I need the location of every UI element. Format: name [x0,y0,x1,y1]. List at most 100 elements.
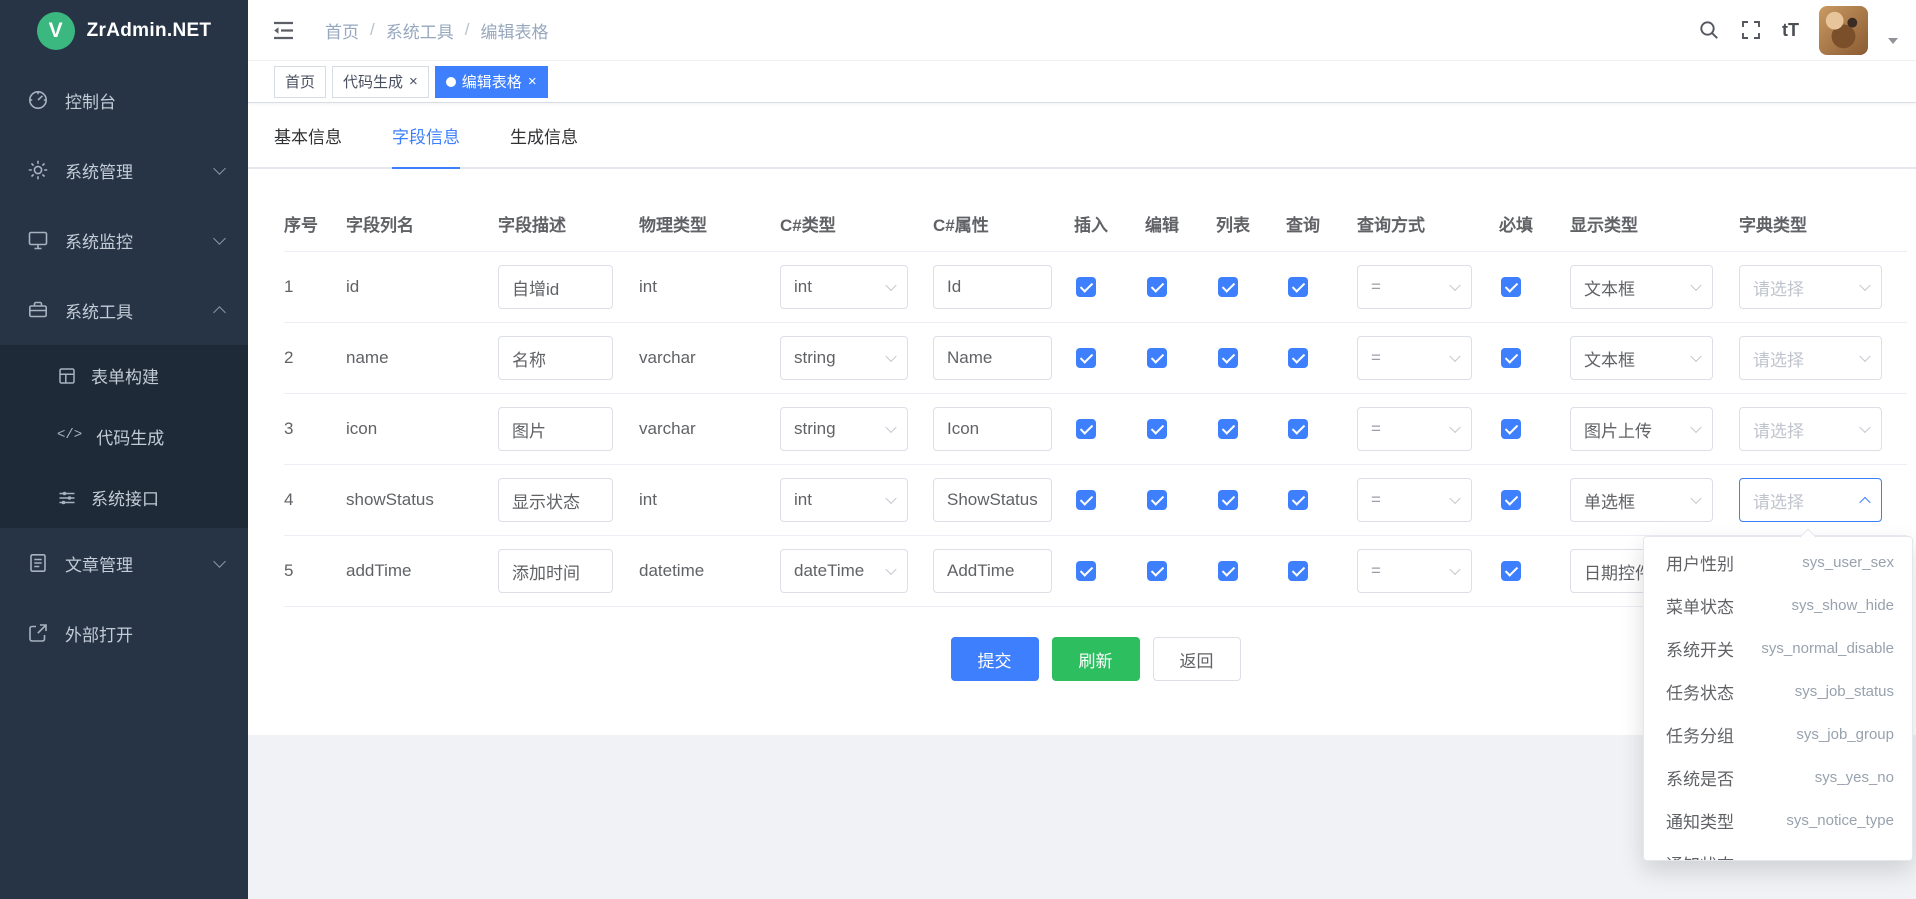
tab-generate-info[interactable]: 生成信息 [510,103,578,167]
required-checkbox[interactable] [1501,419,1521,439]
sidebar-item-system-manage[interactable]: 系统管理 [0,135,248,205]
sidebar-item-system-tools[interactable]: 系统工具 [0,275,248,345]
column-header: 列表 [1216,211,1286,236]
edit-checkbox[interactable] [1147,419,1167,439]
dict-option-yes-no[interactable]: 系统是否 sys_yes_no [1644,756,1912,799]
dict-option-user-sex[interactable]: 用户性别 sys_user_sex [1644,541,1912,584]
display-type-select[interactable]: 文本框 [1570,265,1713,309]
sidebar-item-system-api[interactable]: 系统接口 [0,467,248,528]
display-type-select[interactable]: 图片上传 [1570,407,1713,451]
list-checkbox[interactable] [1218,277,1238,297]
edit-checkbox[interactable] [1147,561,1167,581]
tag-home[interactable]: 首页 [274,66,326,98]
sidebar-item-code-generator[interactable]: </> 代码生成 [0,406,248,467]
display-type-select[interactable]: 文本框 [1570,336,1713,380]
insert-checkbox[interactable] [1076,348,1096,368]
chevron-down-icon [1690,493,1701,504]
list-checkbox[interactable] [1218,419,1238,439]
list-checkbox[interactable] [1218,490,1238,510]
form-grid-icon [57,366,77,386]
sidebar-item-form-builder[interactable]: 表单构建 [0,345,248,406]
display-type-select[interactable]: 单选框 [1570,478,1713,522]
insert-checkbox[interactable] [1076,277,1096,297]
search-icon[interactable] [1698,19,1720,41]
sidebar-item-label: 系统接口 [91,485,159,510]
tag-edit-table[interactable]: 编辑表格 × [435,66,548,98]
back-button[interactable]: 返回 [1153,637,1241,681]
dict-type-select[interactable]: 请选择 [1739,407,1882,451]
dict-type-select-open[interactable]: 请选择 [1739,478,1882,522]
query-mode-select[interactable]: = [1357,478,1472,522]
dict-option-notice-type[interactable]: 通知类型 sys_notice_type [1644,799,1912,842]
chevron-down-icon [1449,280,1460,291]
field-desc-input[interactable] [498,478,613,522]
cs-type-select[interactable]: int [780,265,908,309]
insert-checkbox[interactable] [1076,419,1096,439]
edit-checkbox[interactable] [1147,348,1167,368]
query-checkbox[interactable] [1288,348,1308,368]
query-mode-select[interactable]: = [1357,549,1472,593]
close-icon[interactable]: × [528,74,537,89]
cs-attr-input[interactable] [933,549,1052,593]
cs-attr-input[interactable] [933,407,1052,451]
close-icon[interactable]: × [409,74,418,89]
sidebar-item-system-monitor[interactable]: 系统监控 [0,205,248,275]
query-mode-select[interactable]: = [1357,407,1472,451]
gear-icon [27,159,49,181]
cs-type-select[interactable]: dateTime [780,549,908,593]
avatar-caret-down-icon[interactable] [1888,38,1898,44]
avatar[interactable] [1819,6,1868,55]
query-checkbox[interactable] [1288,277,1308,297]
dict-type-select[interactable]: 请选择 [1739,336,1882,380]
sidebar-item-dashboard[interactable]: 控制台 [0,65,248,135]
query-mode-select[interactable]: = [1357,265,1472,309]
dict-option-value: sys_job_status [1795,683,1894,700]
breadcrumb-item-system-tools[interactable]: 系统工具 [386,18,454,43]
dict-option-show-hide[interactable]: 菜单状态 sys_show_hide [1644,584,1912,627]
required-checkbox[interactable] [1501,490,1521,510]
tab-basic-info[interactable]: 基本信息 [274,103,342,167]
refresh-button[interactable]: 刷新 [1052,637,1140,681]
breadcrumb-item-home[interactable]: 首页 [325,18,359,43]
dict-option-normal-disable[interactable]: 系统开关 sys_normal_disable [1644,627,1912,670]
sidebar-item-external-open[interactable]: 外部打开 [0,598,248,668]
insert-checkbox[interactable] [1076,561,1096,581]
required-checkbox[interactable] [1501,277,1521,297]
cs-type-select[interactable]: string [780,336,908,380]
list-checkbox[interactable] [1218,348,1238,368]
dict-option-notice-status[interactable]: 通知状态 [1644,842,1912,860]
field-desc-input[interactable] [498,549,613,593]
query-checkbox[interactable] [1288,490,1308,510]
tag-code-generator[interactable]: 代码生成 × [332,66,429,98]
cs-attr-input[interactable] [933,265,1052,309]
sidebar-item-article-manage[interactable]: 文章管理 [0,528,248,598]
list-checkbox[interactable] [1218,561,1238,581]
dict-option-job-status[interactable]: 任务状态 sys_job_status [1644,670,1912,713]
field-desc-input[interactable] [498,336,613,380]
insert-checkbox[interactable] [1076,490,1096,510]
field-desc-input[interactable] [498,407,613,451]
font-size-icon[interactable]: tT [1782,19,1799,41]
edit-checkbox[interactable] [1147,490,1167,510]
query-checkbox[interactable] [1288,419,1308,439]
cs-type-select[interactable]: string [780,407,908,451]
field-desc-input[interactable] [498,265,613,309]
collapse-sidebar-icon[interactable] [270,17,297,44]
query-mode-select[interactable]: = [1357,336,1472,380]
chevron-down-icon [1690,351,1701,362]
fullscreen-icon[interactable] [1740,19,1762,41]
edit-checkbox[interactable] [1147,277,1167,297]
dict-type-select[interactable]: 请选择 [1739,265,1882,309]
cs-attr-input[interactable] [933,336,1052,380]
table-header-row: 序号 字段列名 字段描述 物理类型 C#类型 C#属性 插入 编辑 列表 查询 … [284,196,1907,252]
logo[interactable]: V ZrAdmin.NET [0,0,248,61]
tab-field-info[interactable]: 字段信息 [392,103,460,167]
cs-type-select[interactable]: int [780,478,908,522]
dict-option-job-group[interactable]: 任务分组 sys_job_group [1644,713,1912,756]
submit-button[interactable]: 提交 [951,637,1039,681]
query-checkbox[interactable] [1288,561,1308,581]
required-checkbox[interactable] [1501,348,1521,368]
required-checkbox[interactable] [1501,561,1521,581]
cs-attr-input[interactable] [933,478,1052,522]
breadcrumb: 首页 / 系统工具 / 编辑表格 [325,18,548,43]
